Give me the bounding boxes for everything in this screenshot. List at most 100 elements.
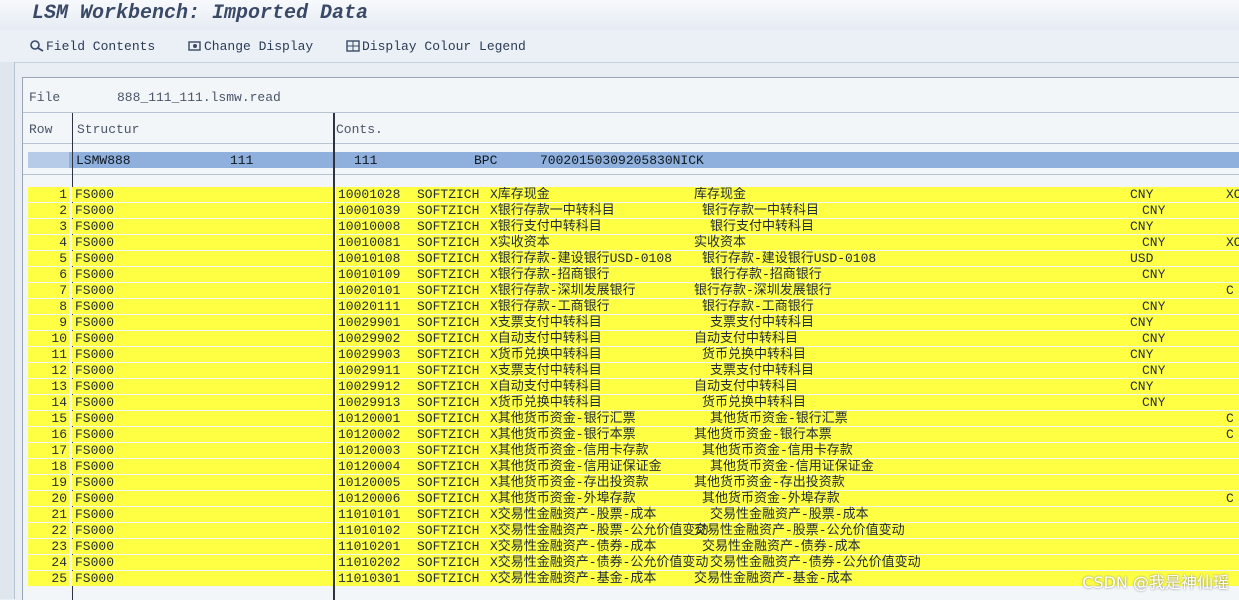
currency: CNY — [1130, 219, 1154, 234]
structure-cell: FS000 — [72, 315, 333, 330]
short-text: 支票支付中转科目 — [710, 363, 815, 378]
header-record-structure: LSMW888 — [76, 153, 131, 168]
currency: CNY — [1142, 267, 1166, 282]
structure-cell: FS000 — [72, 187, 333, 202]
divider — [23, 174, 1239, 175]
column-header: Row Structur Conts. — [23, 113, 1239, 144]
short-text: 自动支付中转科目 — [694, 331, 799, 346]
table-row[interactable]: 2 FS000 10001039 SOFTZICH X银行存款一中转科目 银行存款一中转科… — [28, 203, 1239, 219]
table-row[interactable]: 6 FS000 10010109 SOFTZICH X银行存款-招商银行 银行存款-招商银… — [28, 267, 1239, 283]
table-row[interactable]: 25 FS000 11010301 SOFTZICH X交易性金融资产-基金-成本 交易性… — [28, 571, 1239, 587]
short-text: 银行存款一中转科目 — [702, 203, 820, 218]
contents-cell: 10010109 SOFTZICH X银行存款-招商银行 银行存款-招商银行 CNY — [336, 267, 1239, 282]
table-row[interactable]: 23 FS000 11010201 SOFTZICH X交易性金融资产-债券-成本 交易性… — [28, 539, 1239, 555]
company-code: SOFTZICH — [417, 555, 480, 570]
long-text: X银行支付中转科目 — [490, 219, 602, 234]
account-number: 10029913 — [338, 395, 401, 410]
long-text: X货币兑换中转科目 — [490, 395, 602, 410]
structure-cell: FS000 — [72, 555, 333, 570]
table-row[interactable]: 16 FS000 10120002 SOFTZICH X其他货币资金-银行本票 其他货币资… — [28, 427, 1239, 443]
account-number: 11010101 — [338, 507, 401, 522]
company-code: SOFTZICH — [417, 331, 480, 346]
table-row[interactable]: 20 FS000 10120006 SOFTZICH X其他货币资金-外埠存款 其他货币资… — [28, 491, 1239, 507]
table-row[interactable]: 4FS000 10010081 SOFTZICH X实收资本 实收资本 CNY XO — [28, 235, 1239, 251]
row-number: 6 — [28, 267, 69, 282]
currency: CNY — [1130, 315, 1154, 330]
structure-cell: FS000 — [72, 203, 333, 218]
account-number: 11010201 — [338, 539, 401, 554]
table-row[interactable]: 12 FS000 10029911 SOFTZICH X支票支付中转科目 支票支付中转科目… — [28, 363, 1239, 379]
table-row[interactable]: 18 FS000 10120004 SOFTZICH X其他货币资金-信用证保证金 其他货… — [28, 459, 1239, 475]
structure-cell: FS000 — [72, 331, 333, 346]
currency: CNY — [1142, 331, 1166, 346]
table-row[interactable]: 24 FS000 11010202 SOFTZICH X交易性金融资产-债券-公允价值变… — [28, 555, 1239, 571]
row-number: 10 — [28, 331, 69, 346]
row-number: 19 — [28, 475, 69, 490]
short-text: 其他货币资金-银行本票 — [694, 427, 832, 442]
account-number: 10029912 — [338, 379, 401, 394]
row-number: 3 — [28, 219, 69, 234]
long-text: X交易性金融资产-股票-成本 — [490, 507, 657, 522]
column-contents: Conts. — [336, 122, 383, 137]
table-row[interactable]: 5 FS000 10010108 SOFTZICH X银行存款-建设银行USD-0108… — [28, 251, 1239, 267]
table-row[interactable]: 17 FS000 10120003 SOFTZICH X其他货币资金-信用卡存款 其他货币… — [28, 443, 1239, 459]
structure-cell: FS000 — [72, 347, 333, 362]
short-text: 交易性金融资产-债券-成本 — [702, 539, 861, 554]
account-number: 10001039 — [338, 203, 401, 218]
company-code: SOFTZICH — [417, 459, 480, 474]
long-text: X交易性金融资产-股票-公允价值变动 — [490, 523, 709, 538]
short-text: 库存现金 — [694, 187, 747, 202]
long-text: X银行存款-建设银行USD-0108 — [490, 251, 673, 266]
change-display-label: Change Display — [204, 38, 314, 54]
company-code: SOFTZICH — [417, 571, 480, 586]
contents-cell: 10029903 SOFTZICH X货币兑换中转科目 货币兑换中转科目 CNY — [336, 347, 1239, 362]
table-row[interactable]: 8 FS000 10020111 SOFTZICH X银行存款-工商银行 银行存款-工商银… — [28, 299, 1239, 315]
table-row[interactable]: 9 FS000 10029901 SOFTZICH X支票支付中转科目 支票支付中转科目 C… — [28, 315, 1239, 331]
row-number: 9 — [28, 315, 69, 330]
short-text: 交易性金融资产-债券-公允价值变动 — [710, 555, 921, 570]
account-number: 10029901 — [338, 315, 401, 330]
table-row[interactable]: 21 FS000 11010101 SOFTZICH X交易性金融资产-股票-成本 交易性… — [28, 507, 1239, 523]
contents-cell: 10120002 SOFTZICH X其他货币资金-银行本票 其他货币资金-银行本票 C — [336, 427, 1239, 442]
table-row[interactable]: 3 FS000 10010008 SOFTZICH X银行支付中转科目 银行支付中转科目 C… — [28, 219, 1239, 235]
company-code: SOFTZICH — [417, 347, 480, 362]
table-row[interactable]: 13 FS000 10029912 SOFTZICH X自动支付中转科目 自动支付中转科目… — [28, 379, 1239, 395]
field-contents-button[interactable]: Field Contents — [30, 37, 155, 55]
change-display-button[interactable]: Change Display — [188, 37, 313, 55]
table-row[interactable]: 11 FS000 10029903 SOFTZICH X货币兑换中转科目 货币兑换中转科目… — [28, 347, 1239, 363]
company-code: SOFTZICH — [417, 539, 480, 554]
company-code: SOFTZICH — [417, 187, 480, 202]
company-code: SOFTZICH — [417, 411, 480, 426]
application-toolbar: Field Contents Change Display Display Co… — [0, 30, 1239, 63]
display-colour-legend-button[interactable]: Display Colour Legend — [346, 37, 526, 55]
row-number: 15 — [28, 411, 69, 426]
header-record-row-cell — [28, 152, 69, 168]
table-row[interactable]: 14 FS000 10029913 SOFTZICH X货币兑换中转科目 货币兑换中转科目… — [28, 395, 1239, 411]
structure-cell: FS000 — [72, 395, 333, 410]
structure-cell: FS000 — [72, 283, 333, 298]
contents-cell: 10001028 SOFTZICH X库存现金 库存现金 CNY XO — [336, 187, 1239, 202]
table-row[interactable]: 19 FS000 10120005 SOFTZICH X其他货币资金-存出投资款 其他货币… — [28, 475, 1239, 491]
long-text: X支票支付中转科目 — [490, 315, 602, 330]
table-row[interactable]: 22 FS000 11010102 SOFTZICH X交易性金融资产-股票-公允价值变… — [28, 523, 1239, 539]
row-number: 20 — [28, 491, 69, 506]
currency: CNY — [1130, 187, 1154, 202]
trailing-value: C — [1226, 427, 1234, 442]
short-text: 银行存款-深圳发展银行 — [694, 283, 832, 298]
company-code: SOFTZICH — [417, 315, 480, 330]
contents-cell: 10001039 SOFTZICH X银行存款一中转科目 银行存款一中转科目 CNY — [336, 203, 1239, 218]
table-row[interactable]: 1FS000 10001028 SOFTZICH X库存现金 库存现金 CNY XO — [28, 187, 1239, 203]
table-row[interactable]: 7 FS000 10020101 SOFTZICH X银行存款-深圳发展银行 银行存款-深… — [28, 283, 1239, 299]
account-number: 10029911 — [338, 363, 401, 378]
table-row[interactable]: 15 FS000 10120001 SOFTZICH X其他货币资金-银行汇票 其他货币资… — [28, 411, 1239, 427]
header-record-row[interactable]: LSMW888 111 111 BPC 70020150309205830NIC… — [28, 152, 1239, 168]
company-code: SOFTZICH — [417, 427, 480, 442]
row-number: 17 — [28, 443, 69, 458]
row-number: 11 — [28, 347, 69, 362]
table-row[interactable]: 10 FS000 10029902 SOFTZICH X自动支付中转科目 自动支付中转科目… — [28, 331, 1239, 347]
short-text: 交易性金融资产-股票-成本 — [710, 507, 869, 522]
account-number: 10120005 — [338, 475, 401, 490]
currency: CNY — [1142, 363, 1166, 378]
company-code: SOFTZICH — [417, 219, 480, 234]
contents-cell: 10120006 SOFTZICH X其他货币资金-外埠存款 其他货币资金-外埠存款 C — [336, 491, 1239, 506]
